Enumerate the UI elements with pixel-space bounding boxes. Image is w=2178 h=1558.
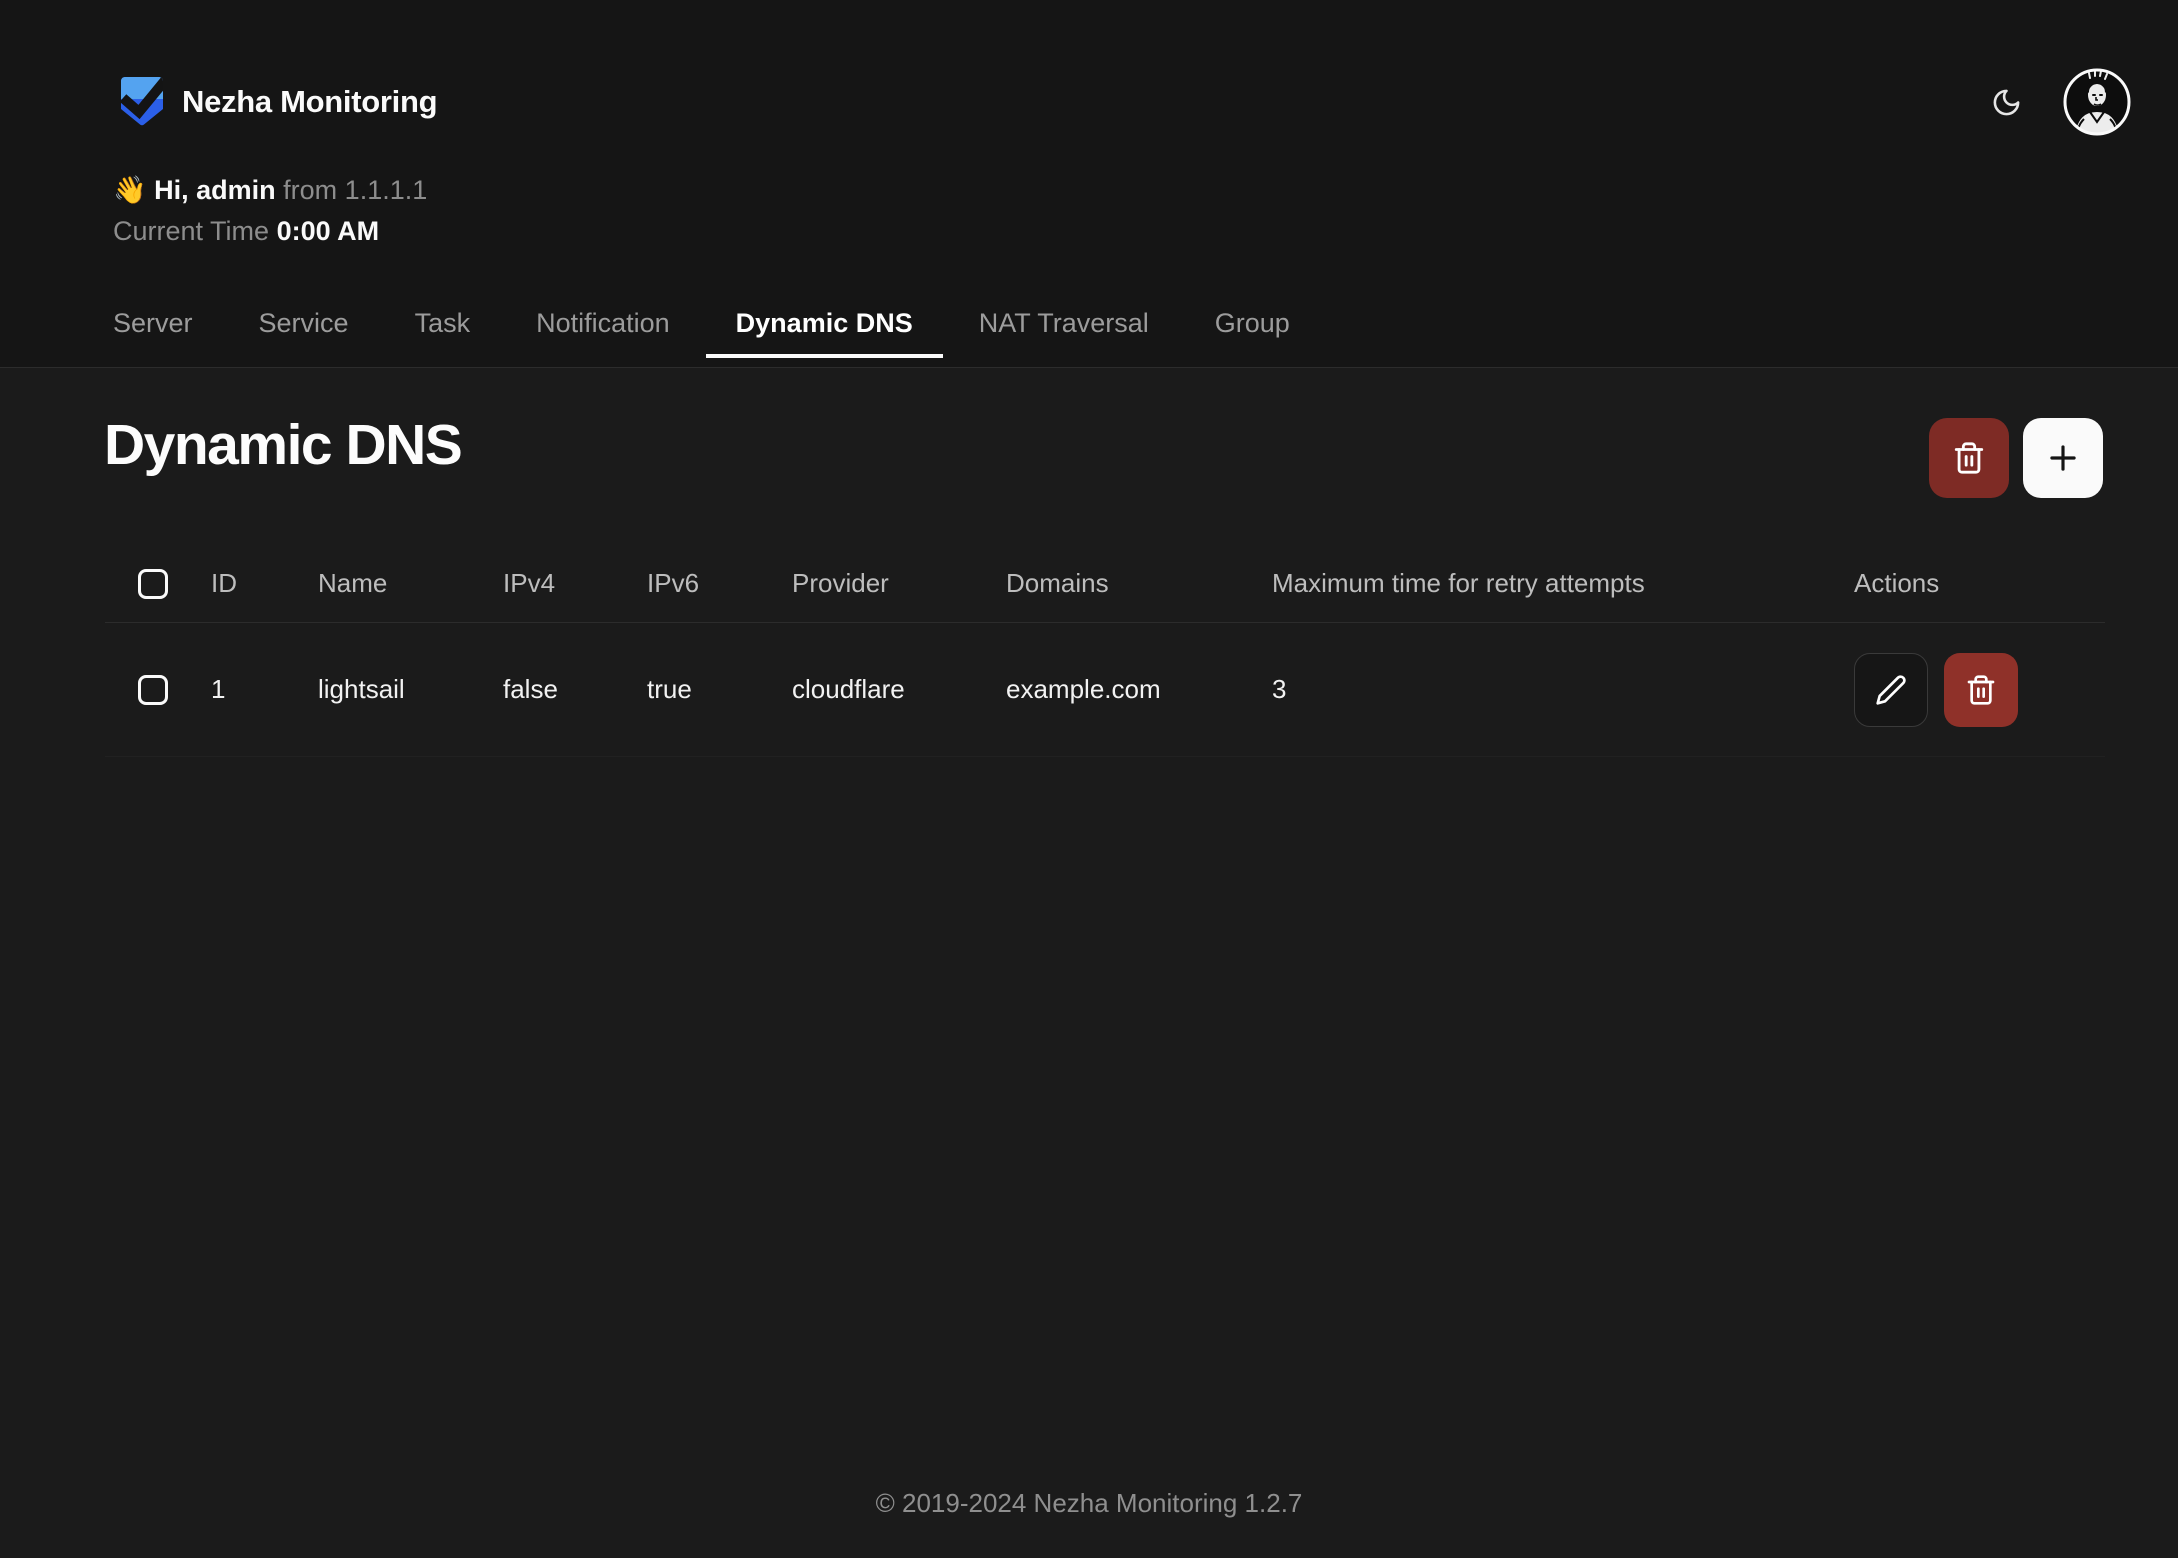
edit-record-button[interactable] bbox=[1854, 653, 1928, 727]
wave-emoji: 👋 bbox=[113, 175, 147, 205]
column-header-ipv6: IPv6 bbox=[647, 568, 792, 599]
cell-domains: example.com bbox=[1006, 674, 1272, 705]
avatar-illustration-icon bbox=[2062, 67, 2132, 137]
column-header-provider: Provider bbox=[792, 568, 1006, 599]
page-toolbar bbox=[1929, 418, 2103, 498]
cell-ipv6: true bbox=[647, 674, 792, 705]
user-avatar[interactable] bbox=[2062, 67, 2132, 137]
trash-icon bbox=[1965, 674, 1997, 706]
cell-actions bbox=[1854, 653, 2105, 727]
current-time-value: 0:00 AM bbox=[277, 216, 380, 246]
row-select-checkbox[interactable] bbox=[138, 675, 168, 705]
tab-nat-traversal[interactable]: NAT Traversal bbox=[949, 308, 1179, 358]
cell-name: lightsail bbox=[318, 674, 503, 705]
nezha-logo-icon bbox=[118, 74, 166, 130]
page-footer: © 2019-2024 Nezha Monitoring 1.2.7 bbox=[0, 1488, 2178, 1519]
column-header-max-retry: Maximum time for retry attempts bbox=[1272, 568, 1854, 599]
app-title: Nezha Monitoring bbox=[182, 84, 437, 120]
cell-id: 1 bbox=[211, 674, 318, 705]
ddns-table: ID Name IPv4 IPv6 Provider Domains Maxim… bbox=[105, 545, 2105, 757]
current-time-label: Current Time bbox=[113, 216, 269, 246]
add-record-button[interactable] bbox=[2023, 418, 2103, 498]
brand: Nezha Monitoring bbox=[118, 74, 437, 130]
app-root: Nezha Monitoring bbox=[0, 0, 2178, 1558]
copyright-text: © 2019-2024 Nezha Monitoring 1.2.7 bbox=[876, 1488, 1303, 1518]
tab-server[interactable]: Server bbox=[83, 308, 223, 358]
tab-task[interactable]: Task bbox=[385, 308, 501, 358]
table-row: 1 lightsail false true cloudflare exampl… bbox=[105, 623, 2105, 757]
cell-provider: cloudflare bbox=[792, 674, 1006, 705]
greeting-from-ip: from 1.1.1.1 bbox=[283, 175, 427, 205]
main-nav-tabs: Server Service Task Notification Dynamic… bbox=[83, 308, 1320, 358]
column-header-actions: Actions bbox=[1854, 568, 2105, 599]
column-header-ipv4: IPv4 bbox=[503, 568, 647, 599]
pencil-icon bbox=[1875, 674, 1907, 706]
tab-dynamic-dns[interactable]: Dynamic DNS bbox=[706, 308, 943, 358]
select-all-checkbox[interactable] bbox=[138, 569, 168, 599]
bulk-delete-button[interactable] bbox=[1929, 418, 2009, 498]
table-header-row: ID Name IPv4 IPv6 Provider Domains Maxim… bbox=[105, 545, 2105, 623]
column-header-domains: Domains bbox=[1006, 568, 1272, 599]
cell-max-retry: 3 bbox=[1272, 674, 1854, 705]
column-header-name: Name bbox=[318, 568, 503, 599]
moon-icon bbox=[1991, 87, 2022, 118]
tab-service[interactable]: Service bbox=[229, 308, 379, 358]
header-actions bbox=[1986, 66, 2132, 138]
greeting-line: 👋 Hi, admin from 1.1.1.1 bbox=[113, 170, 427, 211]
top-header: Nezha Monitoring bbox=[0, 0, 2178, 368]
cell-ipv4: false bbox=[503, 674, 647, 705]
greeting-user: Hi, admin bbox=[154, 175, 276, 205]
tab-notification[interactable]: Notification bbox=[506, 308, 700, 358]
greeting-block: 👋 Hi, admin from 1.1.1.1 Current Time 0:… bbox=[113, 170, 427, 252]
theme-toggle-button[interactable] bbox=[1986, 82, 2026, 122]
tab-group[interactable]: Group bbox=[1185, 308, 1320, 358]
plus-icon bbox=[2044, 439, 2082, 477]
current-time-line: Current Time 0:00 AM bbox=[113, 211, 427, 252]
trash-icon bbox=[1952, 441, 1986, 475]
column-header-id: ID bbox=[211, 568, 318, 599]
page-title: Dynamic DNS bbox=[104, 412, 461, 478]
delete-record-button[interactable] bbox=[1944, 653, 2018, 727]
